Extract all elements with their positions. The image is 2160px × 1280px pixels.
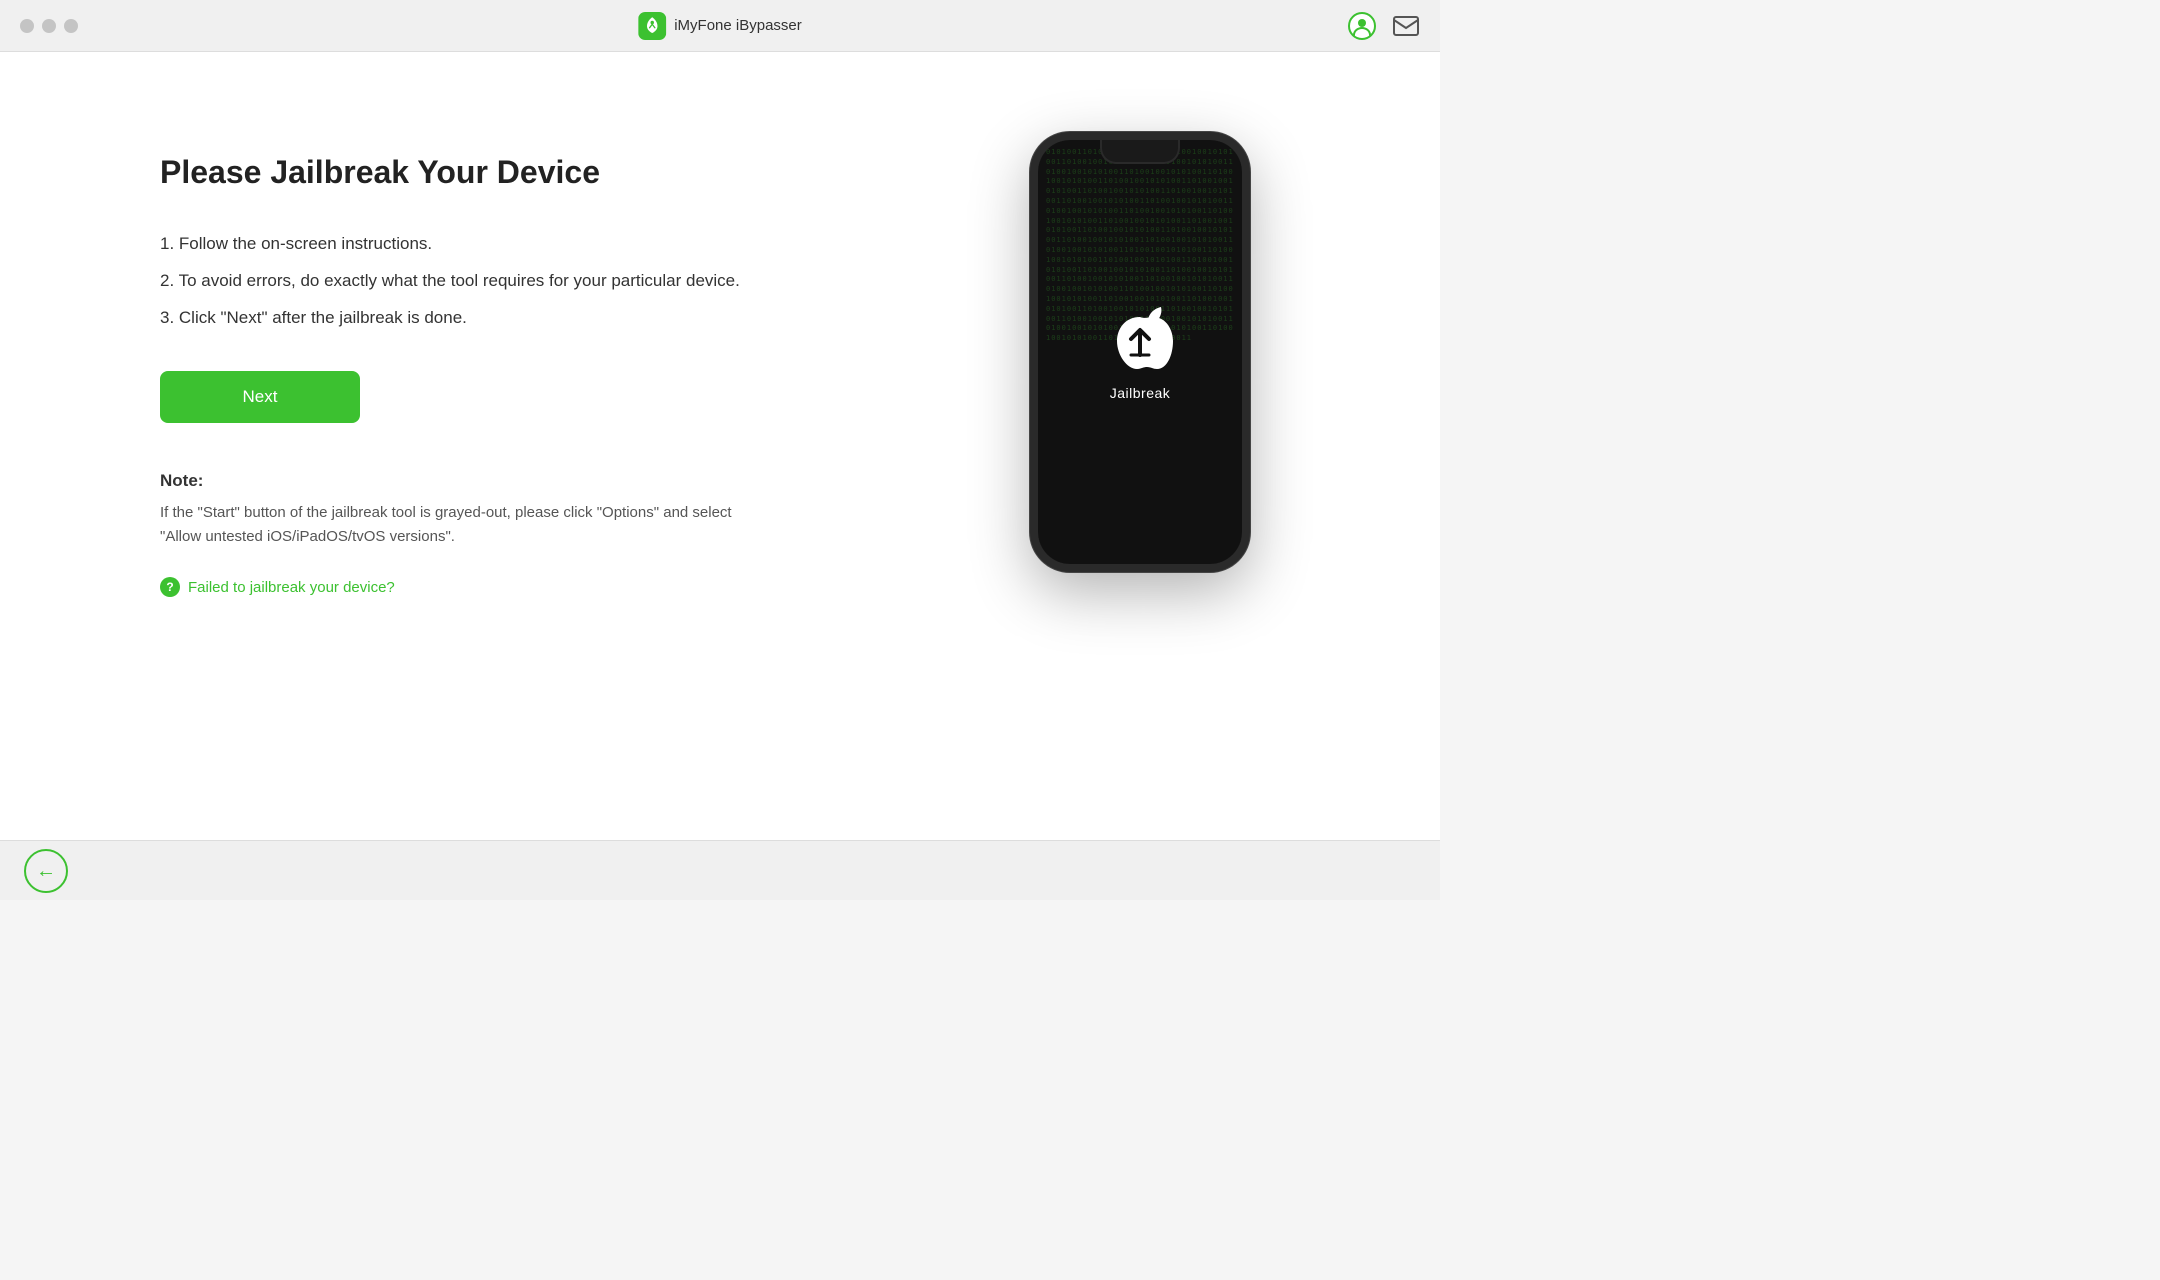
instructions-list: 1. Follow the on-screen instructions. 2.… (160, 230, 740, 332)
mail-button[interactable] (1392, 12, 1420, 40)
right-panel: 0101001101001001010100110100100101010011… (1000, 132, 1280, 572)
instruction-3: 3. Click "Next" after the jailbreak is d… (160, 304, 740, 331)
maximize-button[interactable] (64, 19, 78, 33)
instruction-2: 2. To avoid errors, do exactly what the … (160, 267, 740, 294)
note-section: Note: If the "Start" button of the jailb… (160, 471, 740, 549)
jailbreak-content: Jailbreak (1105, 303, 1175, 401)
phone-mockup: 0101001101001001010100110100100101010011… (1030, 132, 1250, 572)
note-title: Note: (160, 471, 740, 491)
jailbreak-label: Jailbreak (1110, 385, 1171, 401)
help-icon: ? (160, 577, 180, 597)
minimize-button[interactable] (42, 19, 56, 33)
close-button[interactable] (20, 19, 34, 33)
mail-icon (1393, 16, 1419, 36)
failed-jailbreak-link[interactable]: ? Failed to jailbreak your device? (160, 577, 740, 597)
back-arrow-icon: ← (36, 861, 56, 881)
titlebar-center: iMyFone iBypasser (638, 12, 802, 40)
app-title: iMyFone iBypasser (674, 17, 802, 34)
window-controls (20, 19, 78, 33)
back-button[interactable]: ← (24, 849, 68, 893)
left-panel: Please Jailbreak Your Device 1. Follow t… (160, 132, 740, 597)
phone-notch (1100, 140, 1180, 164)
page-title: Please Jailbreak Your Device (160, 152, 740, 194)
note-text: If the "Start" button of the jailbreak t… (160, 501, 740, 549)
app-logo-icon (638, 12, 666, 40)
profile-button[interactable] (1348, 12, 1376, 40)
main-content: Please Jailbreak Your Device 1. Follow t… (0, 52, 1440, 840)
bottom-bar: ← (0, 840, 1440, 900)
failed-link-text: Failed to jailbreak your device? (188, 579, 395, 596)
next-button[interactable]: Next (160, 371, 360, 423)
jailbreak-apple-icon (1105, 303, 1175, 373)
instruction-1: 1. Follow the on-screen instructions. (160, 230, 740, 257)
titlebar-actions (1348, 12, 1420, 40)
user-icon (1348, 12, 1376, 40)
titlebar: iMyFone iBypasser (0, 0, 1440, 52)
phone-screen: 0101001101001001010100110100100101010011… (1038, 140, 1242, 564)
